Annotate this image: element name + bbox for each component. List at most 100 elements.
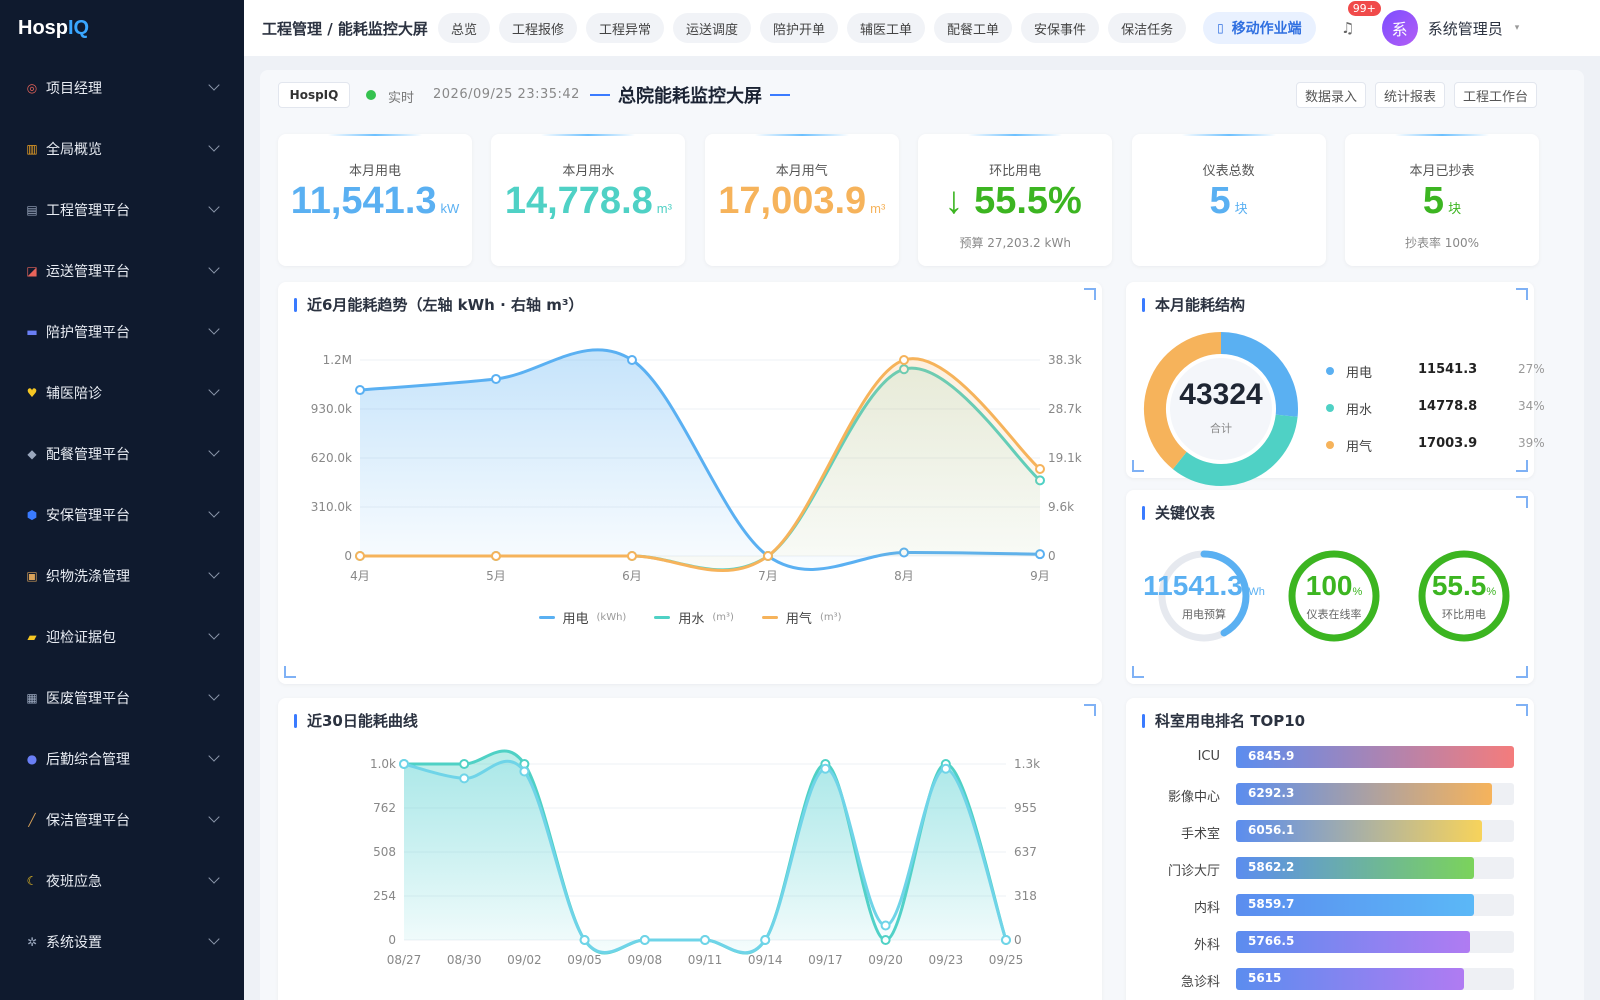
structure-total: 43324 — [1179, 378, 1263, 411]
engineering-workbench-button[interactable]: 工程工作台 — [1454, 82, 1538, 108]
data-point[interactable] — [763, 551, 773, 561]
daily-title-text: 近30日能耗曲线 — [307, 712, 418, 730]
data-point[interactable] — [491, 551, 501, 561]
sidebar-item[interactable]: ▦ 医废管理平台 — [0, 676, 244, 720]
ranking-row[interactable]: ICU 6845.9 — [1126, 746, 1530, 770]
data-point[interactable] — [940, 763, 951, 774]
data-point[interactable] — [1001, 935, 1011, 945]
avatar[interactable]: 系 — [1381, 10, 1418, 46]
legend-name: 用电 — [562, 612, 589, 627]
sidebar-item[interactable]: ◎ 项目经理 — [0, 66, 244, 110]
data-point[interactable] — [899, 355, 909, 365]
data-point[interactable] — [760, 935, 771, 945]
x-tick: 7月 — [758, 569, 778, 583]
data-point[interactable] — [355, 385, 365, 396]
x-tick: 8月 — [894, 569, 914, 583]
data-point[interactable] — [880, 920, 891, 931]
sidebar-item-label: 配餐管理平台 — [46, 447, 130, 463]
data-point[interactable] — [627, 551, 637, 561]
sidebar-item[interactable]: ◆ 配餐管理平台 — [0, 432, 244, 476]
chevron-down-icon[interactable] — [208, 872, 220, 884]
data-point[interactable] — [355, 551, 365, 561]
chevron-down-icon[interactable] — [208, 384, 220, 396]
chevron-down-icon[interactable] — [208, 445, 220, 457]
sidebar-item[interactable]: ▣ 织物洗涤管理 — [0, 554, 244, 598]
trend-chart: 0 0 310.0k 9.6k 620.0k 19.1k 930.0k 28.7k 1.2M 38… — [311, 348, 1082, 583]
gauge-label: 仪表在线率 — [1306, 608, 1362, 621]
legend-item[interactable]: 用电 (kWh) — [538, 608, 626, 627]
ranking-row[interactable]: 手术室 6056.1 — [1126, 820, 1530, 844]
chevron-down-icon[interactable] — [208, 933, 220, 945]
legend-item[interactable]: 用气 (m³) — [761, 608, 842, 627]
ranking-bar-track: 6056.1 — [1236, 820, 1514, 842]
data-point[interactable] — [627, 355, 637, 365]
data-point[interactable] — [1035, 463, 1045, 474]
sidebar-item[interactable]: ◪ 运送管理平台 — [0, 249, 244, 293]
sidebar-item[interactable]: ▥ 全局概览 — [0, 127, 244, 171]
sidebar-item[interactable]: ▤ 工程管理平台 — [0, 188, 244, 232]
sidebar-item[interactable]: ♥ 辅医陪诊 — [0, 371, 244, 415]
data-point[interactable] — [399, 759, 409, 769]
sidebar-item[interactable]: ☾ 夜班应急 — [0, 859, 244, 903]
data-point[interactable] — [491, 373, 501, 384]
sidebar-item[interactable]: ▰ 迎检证据包 — [0, 615, 244, 659]
x-tick: 09/20 — [868, 953, 903, 967]
nav-tab[interactable]: 工程异常 — [585, 13, 664, 43]
kpi-unit: 块 — [1448, 201, 1462, 216]
chevron-down-icon[interactable] — [208, 689, 220, 701]
chevron-down-icon[interactable] — [208, 750, 220, 762]
user-name[interactable]: 系统管理员 — [1428, 18, 1503, 39]
data-point[interactable] — [700, 935, 710, 945]
sidebar-item[interactable]: ▬ 陪护管理平台 — [0, 310, 244, 354]
ranking-row[interactable]: 门诊大厅 5862.2 — [1126, 857, 1530, 881]
ranking-row[interactable]: 影像中心 6292.3 — [1126, 783, 1530, 807]
chevron-down-icon[interactable] — [208, 140, 220, 152]
legend-item[interactable]: 用水 (m³) — [654, 608, 734, 627]
chevron-down-icon[interactable] — [208, 262, 220, 274]
mobile-workspace-button[interactable]: ▯ 移动作业端 — [1203, 12, 1316, 44]
user-menu-caret-icon[interactable]: ▾ — [1515, 23, 1520, 33]
chevron-down-icon[interactable] — [208, 811, 220, 823]
chevron-down-icon[interactable] — [208, 323, 220, 335]
x-tick: 09/11 — [688, 953, 723, 967]
chevron-down-icon[interactable] — [208, 79, 220, 91]
sidebar-item-label: 项目经理 — [46, 81, 102, 97]
data-point[interactable] — [639, 935, 650, 945]
kpi-card: 仪表总数 5 块 — [1131, 134, 1326, 266]
data-point[interactable] — [519, 766, 530, 777]
ranking-row[interactable]: 内科 5859.7 — [1126, 894, 1530, 918]
ranking-row[interactable]: 外科 5766.5 — [1126, 931, 1530, 955]
sidebar-item[interactable]: ⬢ 安保管理平台 — [0, 493, 244, 537]
data-point[interactable] — [820, 763, 831, 774]
y-left-tick: 930.0k — [311, 402, 352, 416]
data-entry-button[interactable]: 数据录入 — [1296, 82, 1367, 108]
structure-legend-item: 用电 11541.3 27% — [1326, 362, 1545, 382]
data-point[interactable] — [579, 935, 590, 945]
chevron-down-icon[interactable] — [208, 567, 220, 579]
chevron-down-icon[interactable] — [208, 628, 220, 640]
x-tick: 5月 — [486, 569, 506, 583]
nav-tab[interactable]: 工程报修 — [498, 13, 577, 43]
nav-tab[interactable]: 陪护开单 — [760, 13, 839, 43]
nav-tab[interactable]: 辅医工单 — [847, 13, 926, 43]
chevron-down-icon[interactable] — [208, 506, 220, 518]
sidebar-item[interactable]: ● 后勤综合管理 — [0, 737, 244, 781]
stats-report-button[interactable]: 统计报表 — [1375, 82, 1446, 108]
sidebar-item[interactable]: ╱ 保洁管理平台 — [0, 798, 244, 842]
data-point[interactable] — [459, 773, 470, 784]
data-point[interactable] — [459, 759, 470, 769]
nav-tab[interactable]: 运送调度 — [672, 13, 751, 43]
nav-tab[interactable]: 总览 — [437, 13, 490, 43]
notification-button[interactable]: ♫ 99+ — [1338, 1, 1381, 38]
corner-decoration — [1516, 666, 1528, 678]
corner-decoration — [1132, 666, 1144, 678]
nav-tab[interactable]: 配餐工单 — [934, 13, 1013, 43]
kpi-value: 17,003.9 — [718, 180, 867, 222]
sidebar-item[interactable]: ✲ 系统设置 — [0, 920, 244, 964]
kpi-value: 5 — [1209, 180, 1231, 222]
nav-tab[interactable]: 保洁任务 — [1108, 13, 1187, 43]
nav-tab[interactable]: 安保事件 — [1021, 13, 1100, 43]
app-logo[interactable]: Hosp IQ — [0, 0, 244, 56]
ranking-row[interactable]: 急诊科 5615 — [1126, 968, 1530, 992]
chevron-down-icon[interactable] — [208, 201, 220, 213]
